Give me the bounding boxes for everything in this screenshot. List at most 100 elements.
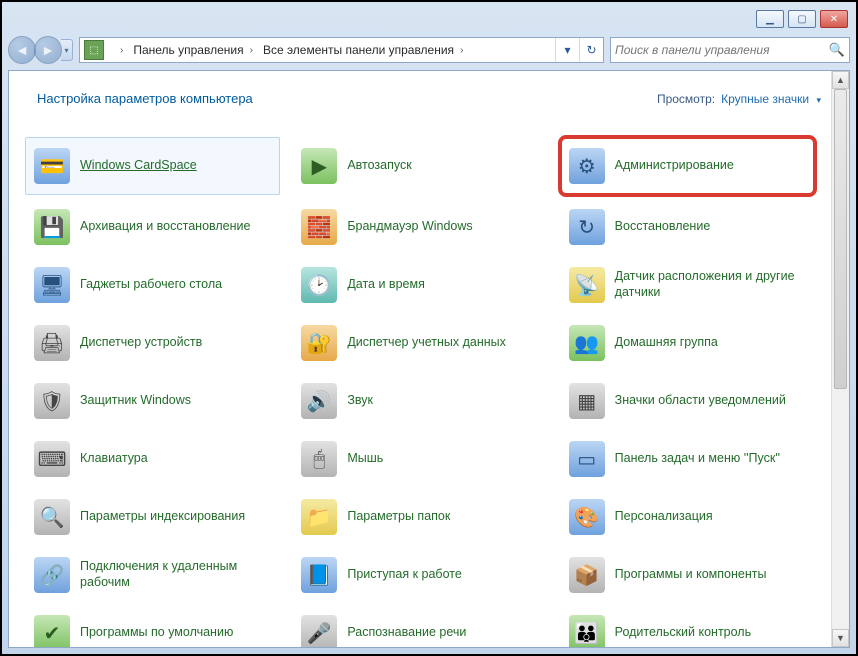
control-panel-item-label: Архивация и восстановление [80, 219, 250, 235]
titlebar: ▁ ▢ ✕ [8, 8, 850, 34]
address-bar[interactable]: ⬚ › Панель управления › Все элементы пан… [79, 37, 604, 63]
control-panel-item-icon: 👥 [569, 325, 605, 361]
control-panel-item-icon: 📦 [569, 557, 605, 593]
view-mode-dropdown[interactable]: Крупные значки ▾ [721, 92, 821, 106]
scroll-thumb[interactable] [834, 89, 847, 389]
page-title: Настройка параметров компьютера [37, 91, 253, 106]
control-panel-item-icon: 🧱 [301, 209, 337, 245]
control-panel-item-icon: 📘 [301, 557, 337, 593]
control-panel-item-icon: 📁 [301, 499, 337, 535]
control-panel-item[interactable]: 🎤 Распознавание речи [292, 607, 547, 647]
control-panel-item-icon: ✔ [34, 615, 70, 647]
control-panel-item-label: Брандмауэр Windows [347, 219, 472, 235]
control-panel-item[interactable]: 🧱 Брандмауэр Windows [292, 201, 547, 253]
search-input[interactable] [615, 43, 829, 57]
control-panel-item-icon: 💳 [34, 148, 70, 184]
control-panel-item[interactable]: 📡Датчик расположения и другие датчики [560, 259, 815, 311]
control-panel-item[interactable]: 🎨Персонализация [560, 491, 815, 543]
control-panel-item[interactable]: 👥 Домашняя группа [560, 317, 815, 369]
items-viewport: 💳 Windows CardSpace ▶ Автозапуск ⚙ Администри… [9, 127, 831, 647]
control-panel-item-label: Диспетчер учетных данных [347, 335, 506, 351]
control-panel-item[interactable]: ↻ Восстановление [560, 201, 815, 253]
back-button[interactable]: ◄ [8, 36, 36, 64]
control-panel-item-icon: ⚙ [569, 148, 605, 184]
control-panel-item-label: Родительский контроль [615, 625, 751, 641]
control-panel-item[interactable]: 💳 Windows CardSpace [25, 137, 280, 195]
refresh-button[interactable]: ↻ [579, 38, 603, 62]
control-panel-item[interactable]: 🔍Параметры индексирования [25, 491, 280, 543]
control-panel-item-label: Значки области уведомлений [615, 393, 786, 409]
control-panel-item[interactable]: 💾 Архивация и восстановление [25, 201, 280, 253]
control-panel-item[interactable]: ✔ Программы по умолчанию [25, 607, 280, 647]
close-button[interactable]: ✕ [820, 10, 848, 28]
control-panel-item-icon: 🕑 [301, 267, 337, 303]
control-panel-item[interactable]: 📦Программы и компоненты [560, 549, 815, 601]
control-panel-item-label: Гаджеты рабочего стола [80, 277, 222, 293]
control-panel-item[interactable]: 🖨Диспетчер устройств [25, 317, 280, 369]
search-box[interactable]: 🔍 [610, 37, 850, 63]
control-panel-item-icon: 💾 [34, 209, 70, 245]
control-panel-item[interactable]: 🔊Звук [292, 375, 547, 427]
control-panel-item-label: Параметры индексирования [80, 509, 245, 525]
breadcrumb-item[interactable]: Панель управления › [127, 38, 257, 62]
control-panel-item-label: Подключения к удаленным рабочим [80, 559, 271, 590]
control-panel-item[interactable]: 🖥Гаджеты рабочего стола [25, 259, 280, 311]
control-panel-item-label: Восстановление [615, 219, 711, 235]
control-panel-item[interactable]: 🔐 Диспетчер учетных данных [292, 317, 547, 369]
address-dropdown-button[interactable]: ▾ [555, 38, 579, 62]
control-panel-item-label: Мышь [347, 451, 383, 467]
control-panel-item-icon: ▶ [301, 148, 337, 184]
control-panel-item-icon: ▦ [569, 383, 605, 419]
control-panel-item[interactable]: 👪 Родительский контроль [560, 607, 815, 647]
breadcrumb-root-chevron[interactable]: › [108, 38, 127, 62]
scroll-track[interactable] [832, 89, 849, 629]
control-panel-item-icon: 🛡 [34, 383, 70, 419]
control-panel-item[interactable]: 🖱 Мышь [292, 433, 547, 485]
control-panel-item-icon: 🎤 [301, 615, 337, 647]
control-panel-item-label: Клавиатура [80, 451, 148, 467]
control-panel-item-label: Датчик расположения и другие датчики [615, 269, 806, 300]
control-panel-item-label: Персонализация [615, 509, 713, 525]
control-panel-item[interactable]: 🛡 Защитник Windows [25, 375, 280, 427]
control-panel-grid: 💳 Windows CardSpace ▶ Автозапуск ⚙ Администри… [25, 127, 815, 647]
control-panel-item-label: Автозапуск [347, 158, 411, 174]
nav-row: ◄ ► ▾ ⬚ › Панель управления › Все элемен… [8, 34, 850, 66]
address-bar-tools: ▾ ↻ [555, 38, 603, 62]
scroll-up-button[interactable]: ▲ [832, 71, 849, 89]
breadcrumb-label: Панель управления [133, 43, 243, 57]
control-panel-item[interactable]: 🕑Дата и время [292, 259, 547, 311]
nav-history-dropdown[interactable]: ▾ [61, 39, 73, 61]
control-panel-item[interactable]: ⌨Клавиатура [25, 433, 280, 485]
breadcrumb-item[interactable]: Все элементы панели управления › [257, 38, 467, 62]
content-area: Настройка параметров компьютера Просмотр… [8, 70, 850, 648]
control-panel-item-label: Распознавание речи [347, 625, 466, 641]
control-panel-item[interactable]: 🔗Подключения к удаленным рабочим [25, 549, 280, 601]
control-panel-item[interactable]: ▭Панель задач и меню ''Пуск'' [560, 433, 815, 485]
minimize-button[interactable]: ▁ [756, 10, 784, 28]
search-icon: 🔍 [829, 42, 845, 58]
control-panel-item-label: Защитник Windows [80, 393, 191, 409]
control-panel-item-icon: 👪 [569, 615, 605, 647]
control-panel-item-label: Программы по умолчанию [80, 625, 233, 641]
window-frame: ▁ ▢ ✕ ◄ ► ▾ ⬚ › Панель управления › Все … [2, 2, 856, 654]
control-panel-item[interactable]: ⚙ Администрирование [560, 137, 815, 195]
control-panel-item-label: Администрирование [615, 158, 734, 174]
forward-button[interactable]: ► [34, 36, 62, 64]
control-panel-item-icon: 🔐 [301, 325, 337, 361]
control-panel-item-icon: 🖱 [301, 441, 337, 477]
vertical-scrollbar[interactable]: ▲ ▼ [831, 71, 849, 647]
control-panel-item-label: Windows CardSpace [80, 158, 197, 174]
control-panel-item[interactable]: ▦ Значки области уведомлений [560, 375, 815, 427]
header-row: Настройка параметров компьютера Просмотр… [9, 71, 849, 116]
control-panel-item-icon: ↻ [569, 209, 605, 245]
control-panel-item-label: Домашняя группа [615, 335, 718, 351]
control-panel-item[interactable]: ▶ Автозапуск [292, 137, 547, 195]
chevron-down-icon: ▾ [816, 95, 821, 105]
breadcrumb-label: Все элементы панели управления [263, 43, 454, 57]
maximize-button[interactable]: ▢ [788, 10, 816, 28]
chevron-right-icon: › [460, 45, 463, 56]
control-panel-item-icon: 🖨 [34, 325, 70, 361]
control-panel-item[interactable]: 📁Параметры папок [292, 491, 547, 543]
scroll-down-button[interactable]: ▼ [832, 629, 849, 647]
control-panel-item[interactable]: 📘Приступая к работе [292, 549, 547, 601]
